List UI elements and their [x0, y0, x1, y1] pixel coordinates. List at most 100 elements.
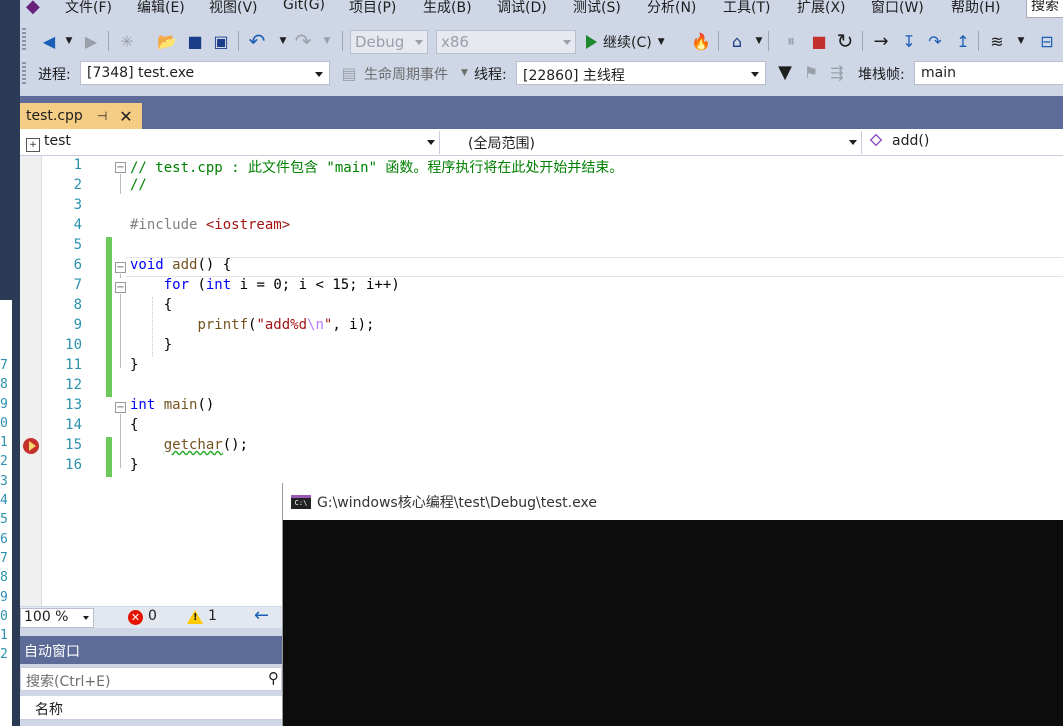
search-icon[interactable]: ⚲ — [268, 669, 279, 687]
line-number: 1 — [73, 157, 82, 173]
autos-search-input[interactable]: 搜索(Ctrl+E) ⚲ — [20, 667, 282, 691]
outline-guide — [120, 414, 121, 468]
new-project-icon[interactable]: ✳ — [116, 30, 138, 52]
toolbar-separator — [718, 31, 719, 51]
stackframe-label: 堆栈帧: — [858, 67, 905, 83]
show-next-statement-icon[interactable]: → — [870, 30, 892, 52]
collapse-icon[interactable]: − — [115, 162, 126, 173]
hot-reload-icon[interactable]: 🔥 — [690, 30, 712, 52]
menu-file[interactable]: 文件(F) — [65, 0, 112, 17]
menu-search-box[interactable]: 搜索 — [1026, 0, 1063, 18]
collapse-icon[interactable]: − — [115, 402, 126, 413]
zoom-value: 100 % — [24, 609, 69, 625]
toolbar-separator — [768, 31, 769, 51]
open-file-icon[interactable]: 📂 — [156, 30, 178, 52]
toolbar-separator — [978, 31, 979, 51]
step-over-icon[interactable]: ↷ — [924, 30, 946, 52]
visual-studio-logo-icon[interactable]: ◆ — [26, 0, 50, 17]
play-icon — [586, 35, 597, 49]
lifecycle-events-label[interactable]: 生命周期事件 — [364, 64, 448, 84]
toolbar-grip[interactable] — [22, 62, 26, 84]
solution-platform-combo[interactable]: x86 — [436, 30, 576, 54]
menu-git[interactable]: Git(G) — [283, 0, 325, 13]
lifecycle-dropdown-icon[interactable]: ▼ — [461, 68, 468, 78]
browser-dropdown-icon[interactable]: ▼ — [748, 30, 770, 52]
process-label: 进程: — [38, 67, 71, 83]
toolbar-separator — [862, 31, 863, 51]
undo-icon[interactable]: ↶ — [246, 29, 268, 53]
toolbar-grip[interactable] — [22, 28, 26, 50]
process-value: [7348] test.exe — [87, 65, 195, 81]
console-window[interactable]: C:\ G:\windows核心编程\test\Debug\test.exe — [282, 483, 1063, 726]
menu-build[interactable]: 生成(B) — [423, 0, 472, 17]
undo-dropdown-icon[interactable]: ▼ — [272, 30, 294, 52]
step-out-icon[interactable]: ↥ — [952, 30, 974, 52]
toolbar-overflow-icon[interactable]: ▼ — [1010, 30, 1032, 52]
stackframe-combo[interactable]: main — [914, 61, 1063, 85]
chevron-down-icon — [83, 616, 89, 620]
solution-configuration-combo[interactable]: Debug — [350, 30, 428, 54]
menu-edit[interactable]: 编辑(E) — [137, 0, 185, 17]
collapse-icon[interactable]: − — [115, 282, 126, 293]
pin-icon[interactable]: ⊣ — [97, 109, 107, 123]
current-statement-arrow-icon[interactable] — [23, 438, 39, 454]
console-app-icon: C:\ — [291, 494, 311, 509]
menu-view[interactable]: 视图(V) — [209, 0, 258, 17]
navigate-forward-icon[interactable]: ▶ — [80, 30, 102, 52]
comment-lines-icon[interactable]: ⊟ — [1036, 30, 1058, 52]
navigate-back-icon[interactable]: ◀ — [38, 30, 60, 52]
save-icon[interactable]: ■ — [184, 30, 206, 52]
hex-display-icon[interactable]: ≋ — [986, 30, 1008, 52]
browser-link-icon[interactable]: ⌂ — [726, 30, 748, 52]
tab-test-cpp[interactable]: test.cpp ⊣ ✕ — [20, 103, 142, 129]
debug-location-toolbar: 进程: [7348] test.exe ▤ 生命周期事件 ▼ 线程: [2286… — [20, 60, 1063, 86]
editor-navigation-bar: + test (全局范围) add() — [20, 129, 1063, 156]
continue-button[interactable]: 继续(C) ▼ — [586, 30, 665, 54]
autos-column-name[interactable]: 名称 — [20, 696, 282, 720]
console-titlebar[interactable]: C:\ G:\windows核心编程\test\Debug\test.exe — [283, 483, 1063, 520]
line-number: 8 — [73, 297, 82, 313]
navigate-previous-issue-icon[interactable]: ← — [254, 605, 269, 626]
code-line: } — [130, 457, 139, 473]
process-combo[interactable]: [7348] test.exe — [80, 61, 330, 85]
redo-dropdown-icon[interactable]: ▼ — [316, 30, 338, 52]
menu-debug[interactable]: 调试(D) — [497, 0, 547, 17]
break-all-icon[interactable]: ⏸ — [780, 30, 802, 52]
menu-help[interactable]: 帮助(H) — [951, 0, 1000, 17]
menu-test[interactable]: 测试(S) — [573, 0, 621, 17]
outline-guide — [120, 294, 121, 368]
code-line: // test.cpp : 此文件包含 "main" 函数。程序执行将在此处开始… — [130, 160, 624, 176]
member-combo[interactable]: add() — [862, 131, 1063, 154]
warning-icon[interactable]: ! — [187, 610, 203, 624]
warning-count[interactable]: 1 — [208, 608, 217, 624]
document-tab-strip: test.cpp ⊣ ✕ — [20, 96, 1063, 129]
error-icon[interactable]: ✕ — [128, 610, 143, 625]
redo-icon[interactable]: ↷ — [292, 29, 314, 53]
restart-icon[interactable]: ↻ — [834, 29, 856, 53]
filter-icon[interactable]: ▼ — [774, 61, 796, 83]
project-combo[interactable]: + test — [20, 131, 440, 154]
menu-tools[interactable]: 工具(T) — [723, 0, 770, 17]
back-dropdown-icon[interactable]: ▼ — [58, 30, 80, 52]
menu-window[interactable]: 窗口(W) — [871, 0, 924, 17]
menu-project[interactable]: 项目(P) — [349, 0, 396, 17]
menu-analyze[interactable]: 分析(N) — [647, 0, 696, 17]
line-number: 9 — [73, 317, 82, 333]
breakpoint-gutter[interactable] — [20, 156, 42, 606]
step-into-icon[interactable]: ↧ — [898, 30, 920, 52]
lifecycle-events-icon[interactable]: ▤ — [338, 62, 360, 84]
zoom-combo[interactable]: 100 % — [20, 608, 94, 628]
code-line: void add() { — [130, 257, 232, 273]
stop-debugging-icon[interactable]: ■ — [808, 30, 830, 52]
collapse-icon[interactable]: − — [115, 262, 126, 273]
scope-combo[interactable]: (全局范围) — [440, 131, 862, 154]
current-line-highlight — [126, 257, 1063, 277]
thread-combo[interactable]: [22860] 主线程 — [516, 61, 766, 85]
expand-stack-icon[interactable]: ⇶ — [826, 61, 848, 83]
flag-threads-icon[interactable]: ⚑ — [800, 61, 822, 83]
autos-title[interactable]: 自动窗口 — [20, 636, 282, 664]
error-count[interactable]: 0 — [148, 608, 157, 624]
menu-extensions[interactable]: 扩展(X) — [797, 0, 846, 17]
close-icon[interactable]: ✕ — [119, 107, 132, 126]
save-all-icon[interactable]: ▣ — [210, 30, 232, 52]
